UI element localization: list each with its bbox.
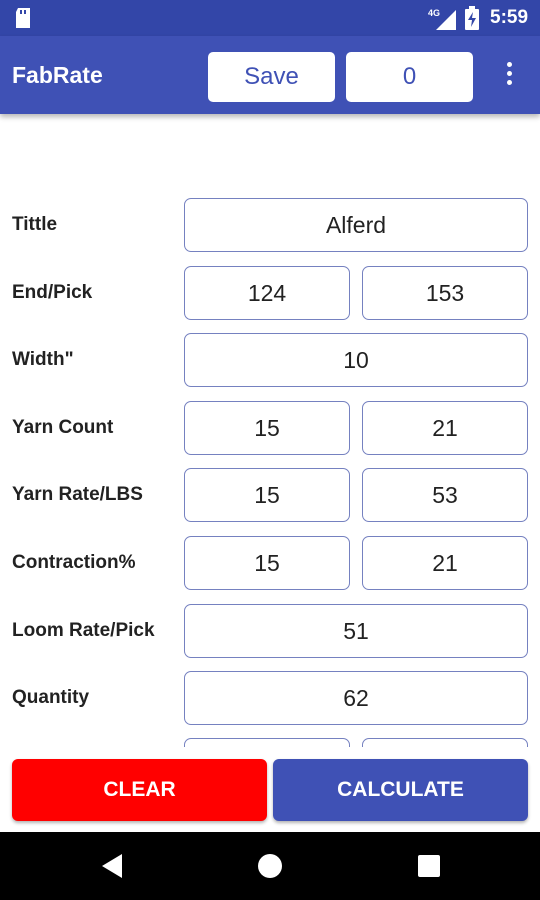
row-quantity: Quantity 62: [0, 671, 540, 727]
row-yarn-rate: Yarn Rate/LBS 15 53: [0, 468, 540, 524]
network-type-label: 4G: [428, 8, 440, 18]
row-loom-rate: Loom Rate/Pick 51: [0, 604, 540, 660]
overflow-menu-icon[interactable]: [500, 58, 518, 92]
row-partial: [0, 738, 540, 747]
recents-icon[interactable]: [418, 855, 440, 877]
menu-dot: [506, 71, 512, 76]
yarn-count-label: Yarn Count: [12, 417, 114, 438]
pick-input[interactable]: 153: [362, 266, 528, 320]
quantity-label: Quantity: [12, 687, 90, 708]
app-title: FabRate: [12, 62, 103, 88]
loom-rate-label: Loom Rate/Pick: [12, 620, 155, 641]
width-input[interactable]: 10: [184, 333, 528, 387]
contraction-warp-input[interactable]: 15: [184, 536, 350, 590]
status-bar: 4G 5:59: [0, 0, 540, 36]
navigation-bar: [0, 832, 540, 900]
contraction-weft-input[interactable]: 21: [362, 536, 528, 590]
loom-rate-input[interactable]: 51: [184, 604, 528, 658]
quantity-input[interactable]: 62: [184, 671, 528, 725]
calculate-button[interactable]: CALCULATE: [273, 759, 528, 821]
clock: 5:59: [490, 7, 529, 28]
count-button[interactable]: 0: [346, 52, 473, 102]
fabric-rate-form: Tittle Alferd End/Pick 124 153 Width" 10…: [0, 114, 540, 747]
home-icon[interactable]: [258, 854, 282, 878]
end-pick-label: End/Pick: [12, 282, 93, 303]
save-button[interactable]: Save: [208, 52, 335, 102]
title-label: Tittle: [12, 214, 58, 235]
title-input[interactable]: Alferd: [184, 198, 528, 252]
row-yarn-count: Yarn Count 15 21: [0, 401, 540, 457]
row-title: Tittle Alferd: [0, 198, 540, 254]
battery-icon: [465, 6, 479, 30]
menu-dot: [506, 62, 512, 67]
row-end-pick: End/Pick 124 153: [0, 266, 540, 322]
partial-input-right[interactable]: [362, 738, 528, 747]
row-width: Width" 10: [0, 333, 540, 389]
partial-input-left[interactable]: [184, 738, 350, 747]
yarn-rate-label: Yarn Rate/LBS: [12, 484, 143, 505]
yarn-rate-weft-input[interactable]: 53: [362, 468, 528, 522]
sd-card-icon: [16, 8, 30, 28]
signal-icon: 4G: [428, 8, 456, 30]
contraction-label: Contraction%: [12, 552, 136, 573]
yarn-rate-warp-input[interactable]: 15: [184, 468, 350, 522]
back-icon[interactable]: [102, 854, 122, 878]
yarn-count-weft-input[interactable]: 21: [362, 401, 528, 455]
clear-button[interactable]: CLEAR: [12, 759, 267, 821]
yarn-count-warp-input[interactable]: 15: [184, 401, 350, 455]
end-input[interactable]: 124: [184, 266, 350, 320]
app-bar: FabRate Save 0: [0, 36, 540, 114]
width-label: Width": [12, 349, 74, 370]
row-contraction: Contraction% 15 21: [0, 536, 540, 592]
menu-dot: [506, 80, 512, 85]
